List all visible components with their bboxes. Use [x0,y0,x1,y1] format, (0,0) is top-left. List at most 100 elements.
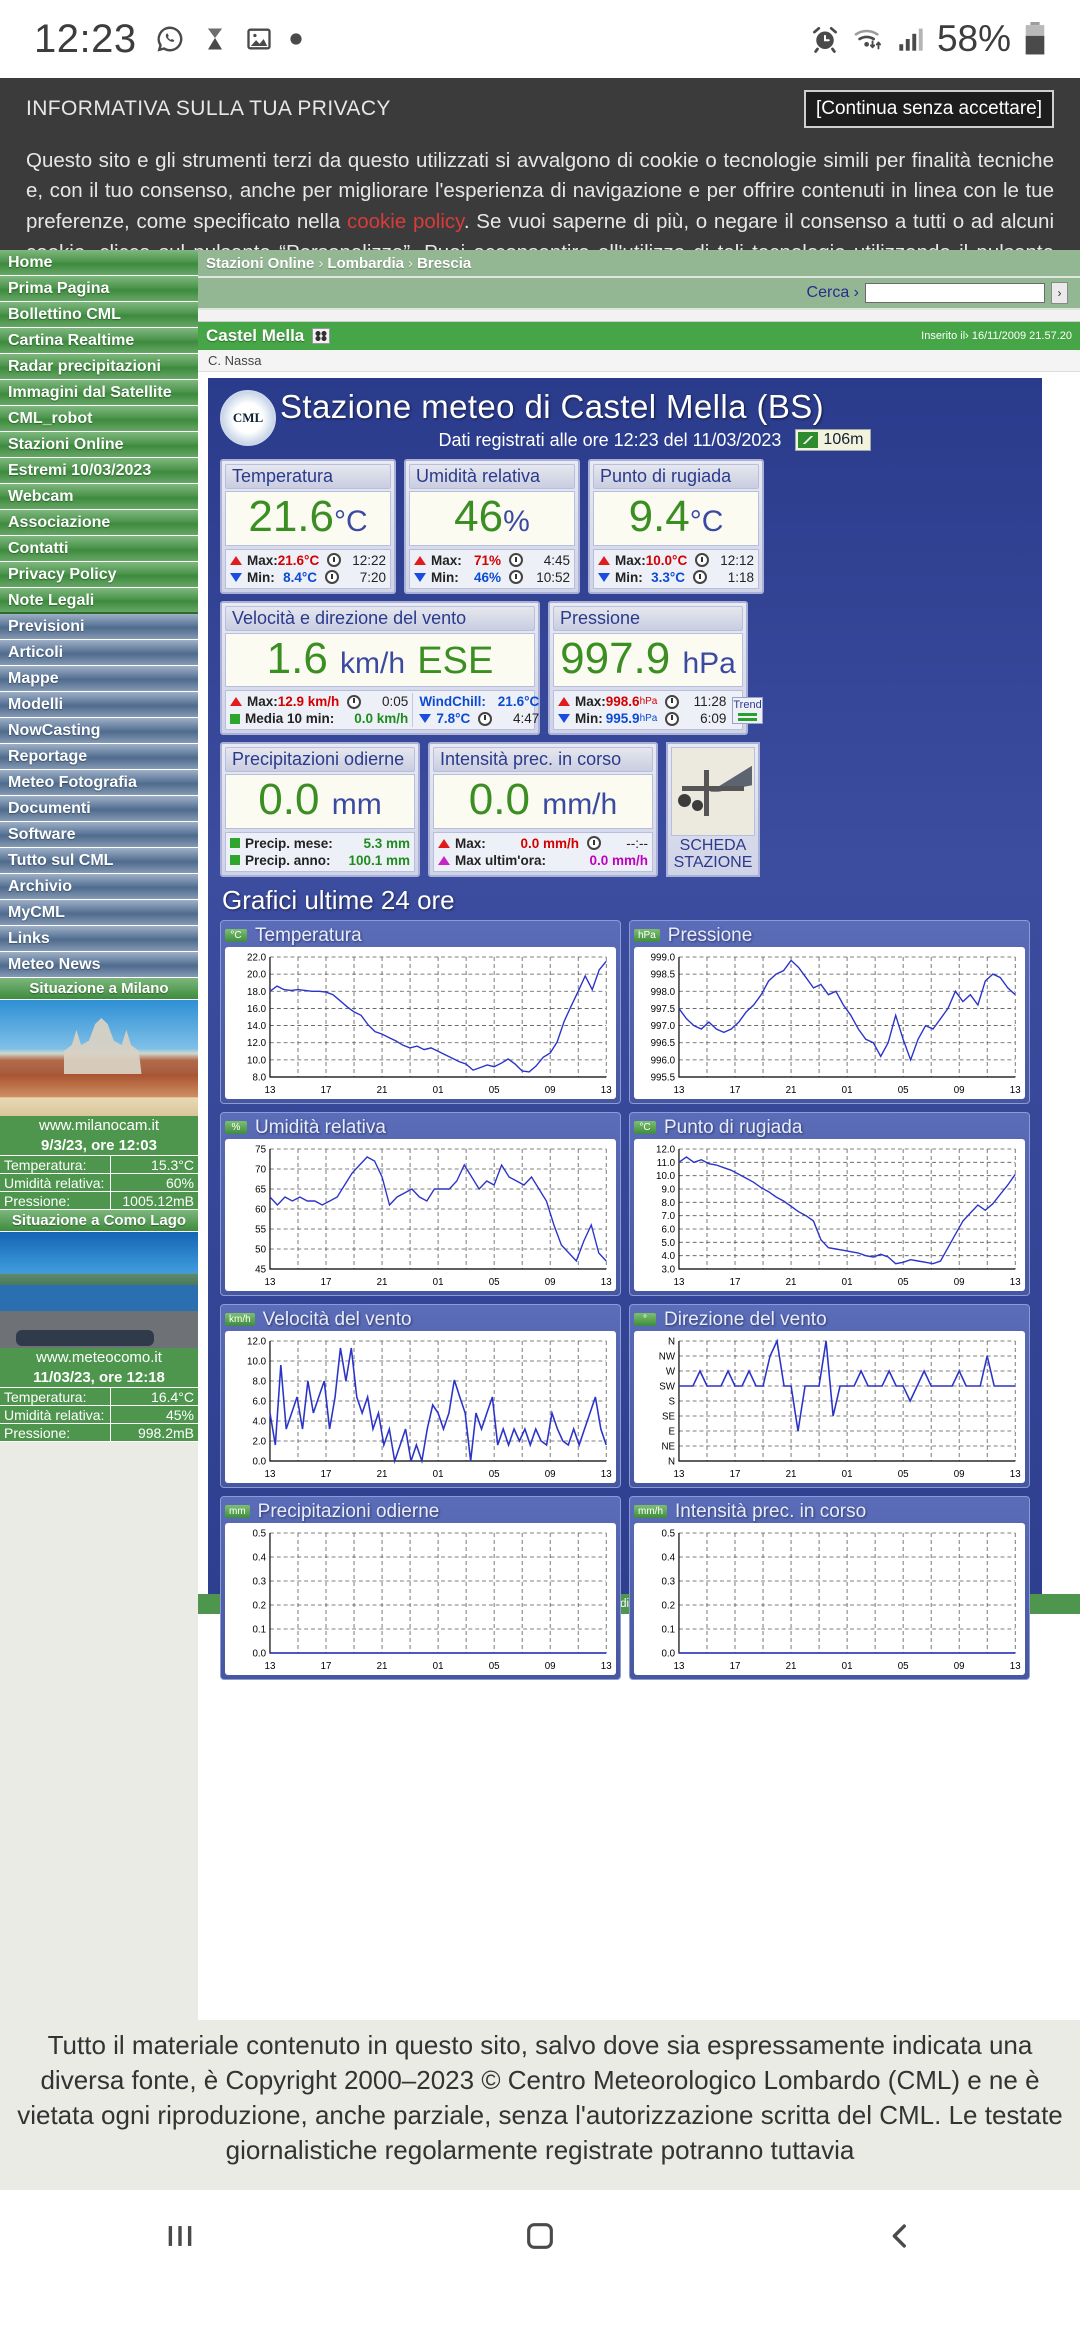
recents-button[interactable] [163,2219,197,2262]
search-input[interactable] [865,283,1045,303]
sidebar-item-cartina-realtime[interactable]: Cartina Realtime [0,328,198,354]
status-notification-icons [155,24,303,54]
svg-text:998.0: 998.0 [651,987,676,998]
max-time: --:-- [626,835,648,851]
card-footer: Max: 71% 4:45 Min: 46% 10:52 [409,548,575,589]
sidebar-item-label: Note Legali [8,592,95,609]
card-temperature[interactable]: Temperatura 21.6°C Max: 21.6°C 12:22 Min: 8… [220,459,396,594]
sidebar-item-bollettino-cml[interactable]: Bollettino CML [0,302,198,328]
sidebar-item-links[interactable]: Links [0,926,198,952]
max-arrow-icon [598,555,610,565]
sidebar-item-stazioni-online[interactable]: Stazioni Online [0,432,198,458]
continue-without-accepting-button[interactable]: [Continua senza accettare] [803,90,1054,128]
svg-text:22.0: 22.0 [247,952,267,963]
webcam-url[interactable]: www.meteocomo.it [0,1348,198,1368]
svg-text:01: 01 [842,1277,853,1288]
sidebar-item-previsioni[interactable]: Previsioni [0,614,198,640]
cookie-policy-link[interactable]: cookie policy [347,210,464,233]
card-precipitation[interactable]: Precipitazioni odierne 0.0 mm Precip. me… [220,742,420,877]
card-intensity[interactable]: Intensità prec. in corso 0.0 mm/h Max: 0.… [428,742,658,877]
chart-title: Velocità del vento [262,1308,412,1330]
chart-card-temperatura[interactable]: °C Temperatura 22.0 20.0 18.0 16.0 14.0 12.0 10.… [220,919,621,1104]
card-dewpoint[interactable]: Punto di rugiada 9.4°C Max: 10.0°C 12:12 M… [588,459,764,594]
card-footer: Precip. mese: 5.3 mm Precip. anno: 100.1 m… [225,831,415,872]
sidebar-item-immagini-dal-satellite[interactable]: Immagini dal Satellite [0,380,198,406]
sidebar-item-estremi-10-03-2023[interactable]: Estremi 10/03/2023 [0,458,198,484]
sidebar-item-meteo-fotografia[interactable]: Meteo Fotografia [0,770,198,796]
chart-card-direzione-del-vento[interactable]: ° Direzione del vento N NW W SW S SE E NE N 13 17 21 0… [629,1303,1030,1488]
sidebar-item-articoli[interactable]: Articoli [0,640,198,666]
chart-card-punto-di-rugiada[interactable]: °C Punto di rugiada 12.0 11.0 10.0 9.0 8.0 7.0 6… [629,1111,1030,1296]
card-title: Velocità e direzione del vento [225,605,535,631]
sidebar-item-nowcasting[interactable]: NowCasting [0,718,198,744]
svg-text:13: 13 [1010,1277,1021,1288]
webcam-image[interactable] [0,1000,198,1116]
card-wind[interactable]: Velocità e direzione del vento 1.6 km/h … [220,600,540,736]
sidebar-item-modelli[interactable]: Modelli [0,692,198,718]
sidebar-item-webcam[interactable]: Webcam [0,484,198,510]
svg-text:09: 09 [545,1469,556,1480]
sidebar-item-reportage[interactable]: Reportage [0,744,198,770]
breadcrumb-item-0[interactable]: Stazioni Online [206,255,314,272]
webcam-url[interactable]: www.milanocam.it [0,1116,198,1136]
card-humidity[interactable]: Umidità relativa 46% Max: 71% 4:45 Min: 46%… [404,459,580,594]
chart-card-umidit-relativa[interactable]: % Umidità relativa 75 70 65 60 55 50 45 13 17 21 01 0… [220,1111,621,1296]
chart-card-pressione[interactable]: hPa Pressione 999.0 998.5 998.0 997.5 997.0 996… [629,919,1030,1104]
sidebar-item-prima-pagina[interactable]: Prima Pagina [0,276,198,302]
min-arrow-icon [598,572,610,582]
sidebar-item-label: Documenti [8,800,91,817]
station-name: Castel Mella [206,326,305,345]
sidebar-item-cml-robot[interactable]: CML_robot [0,406,198,432]
svg-text:17: 17 [321,1277,332,1288]
sidebar-item-archivio[interactable]: Archivio [0,874,198,900]
svg-text:0.1: 0.1 [661,1624,675,1635]
breadcrumb-item-1[interactable]: Lombardia [327,255,404,272]
webcam-data-row: Pressione: 998.2mB [0,1424,198,1442]
sidebar-item-label: Meteo News [8,956,101,973]
svg-text:09: 09 [545,1661,556,1672]
chart-card-precipitazioni-odierne[interactable]: mm Precipitazioni odierne 0.5 0.4 0.3 0.2 0.1 0… [220,1495,621,1680]
station-datasheet-button[interactable]: SCHEDA STAZIONE [666,742,760,877]
chart-plot-area: 75 70 65 60 55 50 45 13 17 21 01 05 09 13 [225,1138,616,1291]
sidebar-item-mycml[interactable]: MyCML [0,900,198,926]
card-pressure[interactable]: Pressione 997.9 hPa Max: 998.6 hPa 11:28 Mi… [548,600,763,736]
sidebar-item-contatti[interactable]: Contatti [0,536,198,562]
svg-text:01: 01 [842,1085,853,1096]
sidebar-item-privacy-policy[interactable]: Privacy Policy [0,562,198,588]
svg-text:16.0: 16.0 [247,1004,267,1015]
windchill-label: WindChill: [419,694,486,710]
privacy-banner: INFORMATIVA SULLA TUA PRIVACY [Continua … [0,78,1080,348]
svg-text:13: 13 [601,1277,612,1288]
temperature-value: 21.6 [248,492,334,541]
sidebar-item-radar-precipitazioni[interactable]: Radar precipitazioni [0,354,198,380]
sidebar-item-tutto-sul-cml[interactable]: Tutto sul CML [0,848,198,874]
sidebar-item-associazione[interactable]: Associazione [0,510,198,536]
back-button[interactable] [883,2219,917,2262]
sidebar-item-meteo-news[interactable]: Meteo News [0,952,198,978]
charts-grid: °C Temperatura 22.0 20.0 18.0 16.0 14.0 12.0 10.… [220,919,1030,1680]
breadcrumb-item-2[interactable]: Brescia [417,255,471,272]
sidebar-item-label: NowCasting [8,722,101,739]
svg-text:13: 13 [674,1661,685,1672]
humidity-unit: % [503,505,530,538]
sidebar-item-documenti[interactable]: Documenti [0,796,198,822]
chart-card-intensit-prec-in-corso[interactable]: mm/h Intensità prec. in corso 0.5 0.4 0.3 0.2… [629,1495,1030,1680]
svg-text:4.0: 4.0 [661,1251,675,1262]
chart-unit-tag: % [225,1121,247,1135]
sidebar-item-note-legali[interactable]: Note Legali [0,588,198,614]
chart-card-velocit-del-vento[interactable]: km/h Velocità del vento 12.0 10.0 8.0 6.0 4.0 2… [220,1303,621,1488]
svg-text:0.4: 0.4 [252,1552,266,1563]
search-submit-button[interactable]: › [1051,282,1068,304]
app-icon [207,28,222,50]
webcam-image[interactable] [0,1232,198,1348]
sidebar-item-home[interactable]: Home [0,250,198,276]
svg-text:13: 13 [601,1085,612,1096]
svg-text:13: 13 [601,1469,612,1480]
chart-title: Precipitazioni odierne [257,1500,440,1522]
sidebar-item-mappe[interactable]: Mappe [0,666,198,692]
home-button[interactable] [523,2219,557,2262]
svg-text:45: 45 [255,1264,266,1275]
svg-text:6.0: 6.0 [661,1224,675,1235]
sidebar-item-software[interactable]: Software [0,822,198,848]
temperature-unit: °C [333,505,368,538]
